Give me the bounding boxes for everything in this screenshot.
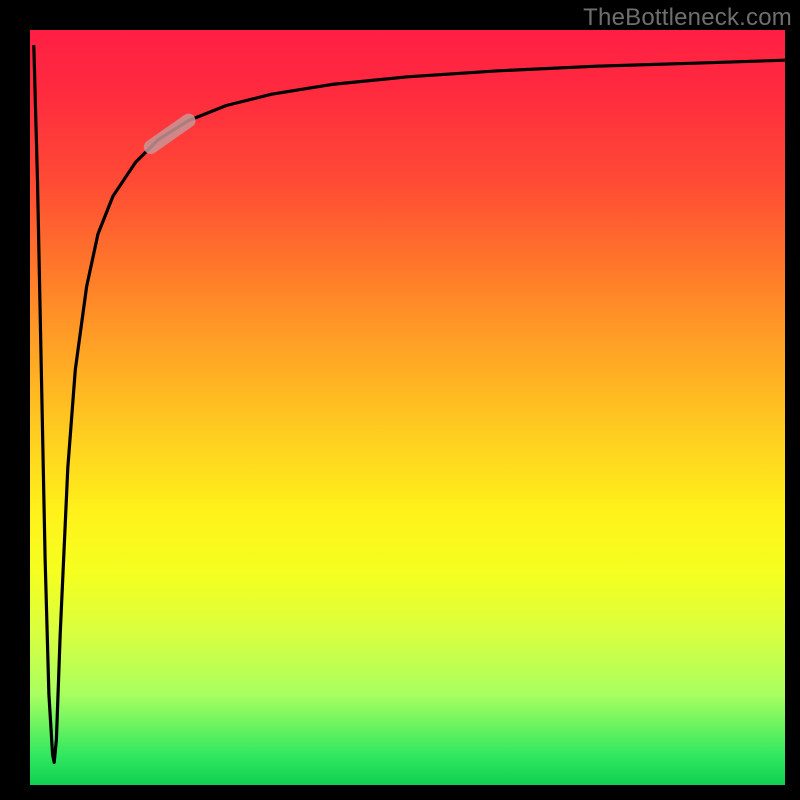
watermark-text: TheBottleneck.com bbox=[583, 4, 792, 32]
bottleneck-curve bbox=[34, 45, 785, 762]
chart-svg bbox=[30, 30, 785, 785]
chart-frame: TheBottleneck.com bbox=[0, 0, 800, 800]
curve-marker bbox=[151, 121, 189, 147]
plot-area bbox=[30, 30, 785, 785]
